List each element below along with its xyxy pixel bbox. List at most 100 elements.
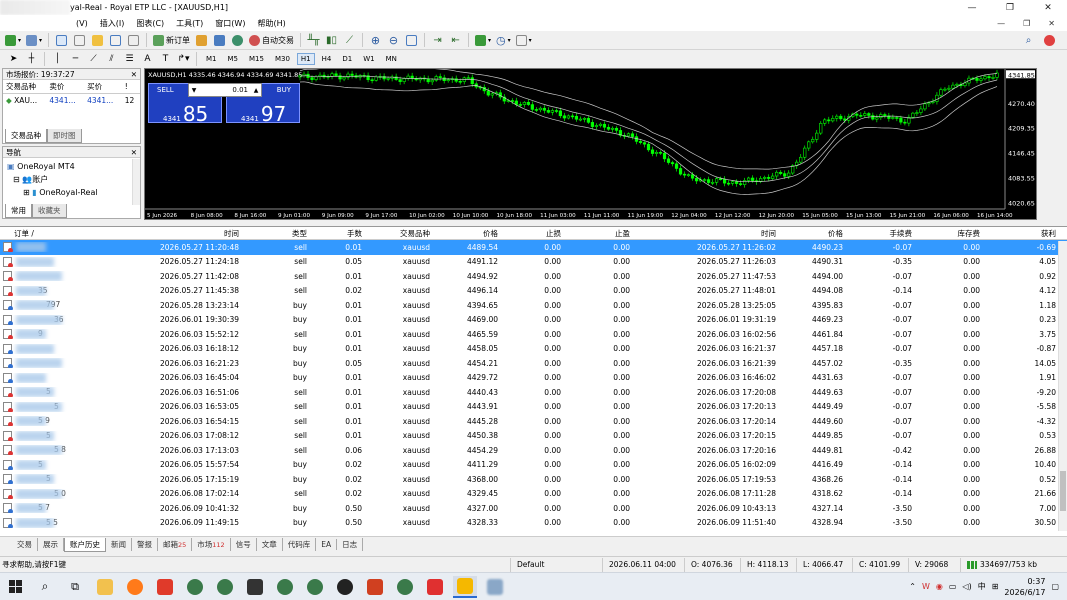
mdi-minimize-button[interactable]: —	[997, 19, 1005, 28]
tab-common[interactable]: 常用	[5, 204, 32, 218]
navigator-toggle[interactable]	[90, 33, 105, 48]
strategy-tester-toggle[interactable]	[126, 33, 141, 48]
metaeditor-button[interactable]	[194, 33, 209, 48]
col-tp[interactable]: 止盈	[564, 228, 633, 239]
tf-m15[interactable]: M15	[245, 53, 268, 65]
col-order[interactable]: 订单 /	[0, 228, 98, 239]
taskbar-app-chat[interactable]	[333, 576, 357, 598]
trendline-tool[interactable]: ⟋	[86, 52, 101, 67]
table-row[interactable]: 5 2026.06.03 16:51:06 sell 0.01 xauusd 4440.4…	[0, 385, 1067, 400]
taskbar-app-axi[interactable]	[423, 576, 447, 598]
notification-center-icon[interactable]: ▢	[1051, 582, 1059, 591]
tree-accounts[interactable]: ⊟ 👥账户	[7, 173, 136, 186]
menu-view[interactable]: (V)	[76, 19, 88, 28]
new-order-button[interactable]: 新订单	[152, 33, 191, 48]
tab-experts[interactable]: EA	[316, 539, 338, 550]
taskbar-app-mt4-1[interactable]	[183, 576, 207, 598]
data-window-toggle[interactable]	[72, 33, 87, 48]
tab-market[interactable]: 市场112	[192, 538, 231, 551]
tray-app-icon[interactable]: ◉	[936, 582, 943, 591]
zoom-out-button[interactable]: ⊖	[386, 33, 401, 48]
taskbar-app-explorer[interactable]	[93, 576, 117, 598]
close-icon[interactable]: ✕	[131, 148, 137, 157]
profiles-button[interactable]: ▾	[25, 33, 43, 48]
col-swap[interactable]: 库存费	[915, 228, 983, 239]
taskbar-app-firefox[interactable]	[123, 576, 147, 598]
col-bid[interactable]: 卖价	[46, 80, 85, 94]
table-row[interactable]: 5 8 2026.06.03 17:13:03 sell 0.06 xauusd 4454…	[0, 443, 1067, 458]
candlestick-button[interactable]: ▮▯	[324, 33, 339, 48]
auto-trading-button[interactable]: 自动交易	[248, 33, 295, 48]
close-icon[interactable]: ✕	[131, 70, 137, 79]
tab-code-base[interactable]: 代码库	[283, 538, 317, 551]
table-row[interactable]: 797 2026.05.28 13:23:14 buy 0.01 xauusd 4394.…	[0, 298, 1067, 313]
task-view-button[interactable]: ⧉	[63, 576, 87, 598]
tab-mailbox[interactable]: 邮箱25	[158, 538, 193, 551]
table-row[interactable]: 2026.06.03 16:21:23 buy 0.05 xauusd 4454.21 0…	[0, 356, 1067, 371]
channel-tool[interactable]: ⫽	[104, 52, 119, 67]
volume-icon[interactable]: ◁)	[962, 582, 971, 591]
start-button[interactable]	[3, 576, 27, 598]
market-watch-row[interactable]: ◆ XAU... 4341... 4341... 12	[3, 94, 140, 108]
tree-root[interactable]: ▣ OneRoyal MT4	[7, 160, 136, 173]
taskbar-app-mt4-4[interactable]	[303, 576, 327, 598]
table-row[interactable]: 9 2026.06.03 15:52:12 sell 0.01 xauusd 4465.5…	[0, 327, 1067, 342]
zoom-in-button[interactable]: ⊕	[368, 33, 383, 48]
scrollbar-thumb[interactable]	[1060, 471, 1066, 511]
templates-button[interactable]: ▾	[515, 33, 533, 48]
signals-button[interactable]	[212, 33, 227, 48]
autoscroll-button[interactable]: ⇥	[430, 33, 445, 48]
taskbar-app-x[interactable]	[363, 576, 387, 598]
tf-m5[interactable]: M5	[224, 53, 243, 65]
text-tool[interactable]: A	[140, 52, 155, 67]
col-sl[interactable]: 止损	[501, 228, 564, 239]
tab-trade[interactable]: 交易	[12, 538, 38, 551]
market-watch-toggle[interactable]	[54, 33, 69, 48]
expand-icon[interactable]: ⊞	[23, 188, 30, 197]
maximize-button[interactable]: ❐	[991, 3, 1029, 13]
menu-help[interactable]: 帮助(H)	[257, 18, 285, 29]
tab-articles[interactable]: 文章	[257, 538, 283, 551]
vertical-line-tool[interactable]: │	[50, 52, 65, 67]
col-symbol[interactable]: 交易品种	[365, 228, 433, 239]
terminal-toggle[interactable]	[108, 33, 123, 48]
col-ask[interactable]: 买价	[84, 80, 122, 94]
table-row[interactable]: 5 7 2026.06.09 10:41:32 buy 0.50 xauusd 4327.…	[0, 501, 1067, 516]
cursor-tool[interactable]: ➤	[6, 52, 21, 67]
col-lots[interactable]: 手数	[310, 228, 365, 239]
indicators-button[interactable]: ▾	[474, 33, 492, 48]
table-row[interactable]: 2026.05.27 11:24:18 sell 0.05 xauusd 4491.12…	[0, 255, 1067, 270]
table-row[interactable]: 5 2026.06.03 17:08:12 sell 0.01 xauusd 4450.3…	[0, 429, 1067, 444]
menu-tools[interactable]: 工具(T)	[176, 18, 203, 29]
tf-w1[interactable]: W1	[359, 53, 378, 65]
col-symbol[interactable]: 交易品种	[3, 80, 47, 94]
table-row[interactable]: 5 2026.06.05 15:57:54 buy 0.02 xauusd 4411.29…	[0, 458, 1067, 473]
tf-h1[interactable]: H1	[296, 53, 315, 65]
taskbar-search-button[interactable]: ⌕	[33, 576, 57, 598]
lot-size-input[interactable]: 0.01	[199, 86, 251, 94]
ime-mode-icon[interactable]: ⊞	[992, 582, 999, 591]
table-row[interactable]: 36 2026.06.01 19:30:39 buy 0.01 xauusd 4469.0…	[0, 313, 1067, 328]
terminal-scrollbar[interactable]	[1058, 241, 1067, 531]
notifications-button[interactable]	[1042, 33, 1057, 48]
new-chart-button[interactable]: ▾	[4, 33, 22, 48]
col-close-time[interactable]: 时间	[633, 228, 779, 239]
tf-mn[interactable]: MN	[382, 53, 401, 65]
taskbar-app-mt4-3[interactable]	[273, 576, 297, 598]
col-commission[interactable]: 手续费	[846, 228, 915, 239]
tab-exposure[interactable]: 展示	[38, 538, 64, 551]
col-profit[interactable]: 获利	[983, 228, 1059, 239]
table-row[interactable]: 5 2026.06.03 16:53:05 sell 0.01 xauusd 4443.9…	[0, 400, 1067, 415]
taskbar-app-gtc[interactable]	[243, 576, 267, 598]
arrows-tool[interactable]: ↱▾	[176, 52, 191, 67]
taskbar-app-blurred[interactable]	[483, 576, 507, 598]
tile-windows-button[interactable]	[404, 33, 419, 48]
tf-m1[interactable]: M1	[202, 53, 221, 65]
tab-news[interactable]: 新闻	[106, 538, 132, 551]
minimize-button[interactable]: —	[953, 3, 991, 13]
tab-favorites[interactable]: 收藏夹	[32, 204, 67, 218]
tf-h4[interactable]: H4	[318, 53, 336, 65]
mdi-close-button[interactable]: ✕	[1048, 19, 1055, 28]
tab-journal[interactable]: 日志	[337, 538, 364, 551]
horizontal-line-tool[interactable]: ─	[68, 52, 83, 67]
